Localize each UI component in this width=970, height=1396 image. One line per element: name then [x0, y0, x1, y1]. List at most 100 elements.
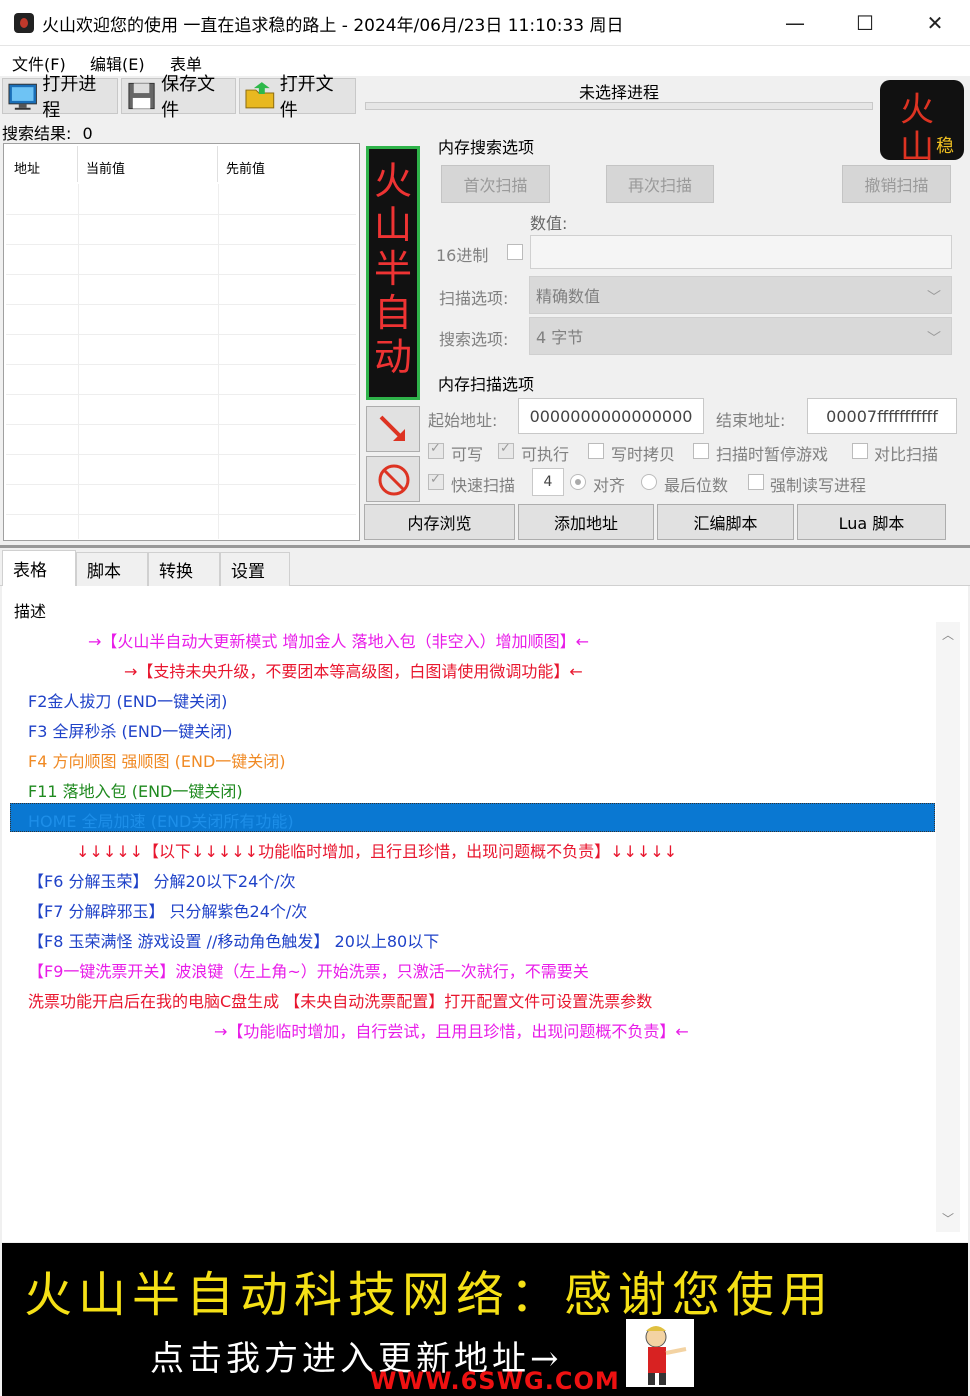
window-title: 火山欢迎您的使用 一直在追求稳的路上 - 2024年/06月/23日 11:10…: [42, 16, 624, 36]
monitor-icon: [8, 83, 37, 110]
value-type-select[interactable]: 4 字节 ﹀: [529, 317, 952, 355]
cheat-line[interactable]: 【F9一键洗票开关】波浪键（左上角~）开始洗票，只激活一次就行，不需要关: [28, 958, 589, 982]
value-type-value: 4 字节: [536, 328, 584, 347]
scan-type-label: 扫描选项:: [439, 289, 509, 308]
close-button[interactable]: ✕: [900, 0, 970, 46]
start-address-label: 起始地址:: [428, 411, 498, 430]
value-input[interactable]: [530, 235, 952, 269]
writable-checkbox[interactable]: [428, 441, 444, 459]
undo-scan-button[interactable]: 撤销扫描: [842, 165, 951, 203]
search-result: 搜索结果: 0: [2, 120, 93, 144]
column-separator: [217, 146, 218, 182]
cheat-line[interactable]: →【支持未央升级，不要团本等高级图，白图请使用微调功能】←: [124, 658, 583, 682]
splitter[interactable]: [0, 545, 970, 548]
scroll-down-icon[interactable]: ﹀: [942, 1210, 954, 1227]
vertical-banner-text: 火山半自动: [373, 159, 412, 379]
save-file-button[interactable]: 保存文件: [121, 74, 236, 121]
tab-table[interactable]: 表格: [2, 550, 76, 586]
vertical-banner: 火山半自动: [366, 146, 420, 400]
scroll-up-icon[interactable]: ︿: [942, 626, 954, 643]
open-file-button[interactable]: 打开文件: [239, 74, 356, 121]
open-file-label: 打开文件: [279, 74, 334, 121]
first-scan-button[interactable]: 首次扫描: [441, 165, 550, 203]
address-list[interactable]: 地址 当前值 先前值: [3, 143, 360, 541]
cheat-line[interactable]: ↓↓↓↓↓【以下↓↓↓↓↓功能临时增加，且行且珍惜，出现问题概不负责】↓↓↓↓↓: [76, 838, 677, 862]
clear-list-button[interactable]: [366, 456, 420, 502]
chevron-down-icon: ﹀: [927, 290, 941, 306]
assemble-script-button[interactable]: 汇编脚本: [657, 504, 794, 540]
footer-title: 火山半自动科技网络：感谢您使用: [24, 1267, 835, 1323]
menu-bar: 文件(F) 编辑(E) 表单: [0, 46, 970, 76]
fast-scan-value-input[interactable]: 4: [532, 468, 564, 496]
hex-label: 16进制: [436, 246, 489, 265]
logo[interactable]: 火 山 稳: [880, 80, 964, 160]
compare-scan-checkbox[interactable]: [852, 443, 868, 459]
grid-line: [6, 244, 356, 245]
red-arrow-icon: [379, 415, 405, 441]
cheat-line[interactable]: 【F7 分解辟邪玉】 只分解紫色24个/次: [28, 898, 307, 922]
cartoon-character-image: [626, 1319, 694, 1387]
footer-url[interactable]: WWW.6SWG.COM: [370, 1367, 620, 1395]
cheat-line[interactable]: 【F8 玉荣满怪 游戏设置 //移动角色触发】 20以上80以下: [28, 928, 439, 952]
grid-line: [6, 364, 356, 365]
grid-line: [6, 334, 356, 335]
tab-convert[interactable]: 转换: [148, 552, 220, 586]
next-scan-button[interactable]: 再次扫描: [606, 165, 714, 203]
app-icon: [14, 13, 34, 33]
end-address-input[interactable]: 00007fffffffffff: [807, 398, 957, 434]
force-rw-checkbox[interactable]: [748, 474, 764, 490]
column-separator: [77, 146, 78, 182]
force-rw-label: 强制读写进程: [770, 476, 867, 495]
fast-scan-label: 快速扫描: [451, 476, 516, 495]
tab-settings[interactable]: 设置: [220, 552, 290, 586]
start-address-input[interactable]: 0000000000000000: [518, 398, 704, 434]
fast-scan-checkbox[interactable]: [428, 472, 444, 490]
cheat-line[interactable]: F4 方向顺图 强顺图 (END一键关闭): [28, 748, 286, 772]
process-progress-bar: [365, 102, 873, 110]
footer-banner[interactable]: 火山半自动科技网络：感谢您使用 点击我方进入更新地址→ WWW.6SWG.COM: [2, 1243, 968, 1396]
pause-game-checkbox[interactable]: [693, 443, 709, 459]
open-folder-icon: [245, 82, 275, 109]
column-current-value[interactable]: 当前值: [86, 158, 125, 177]
cheat-line[interactable]: F3 全屏秒杀 (END一键关闭): [28, 718, 232, 742]
cheat-line[interactable]: 【F6 分解玉荣】 分解20以下24个/次: [28, 868, 296, 892]
grid-line: [6, 304, 356, 305]
aligned-radio[interactable]: [570, 474, 586, 490]
minimize-button[interactable]: —: [760, 0, 830, 46]
copy-on-write-label: 写时拷贝: [611, 445, 676, 464]
cheat-line[interactable]: F2金人拔刀 (END一键关闭): [28, 688, 227, 712]
cheat-line[interactable]: →【火山半自动大更新模式 增加金人 落地入包（非空入）增加顺图】←: [88, 628, 589, 652]
column-previous-value[interactable]: 先前值: [226, 158, 265, 177]
executable-checkbox[interactable]: [498, 441, 514, 459]
cheat-line[interactable]: HOME 全局加速 (END关闭所有功能): [28, 808, 294, 832]
cheat-line[interactable]: →【功能临时增加，自行尝试，且用且珍惜，出现问题概不负责】←: [214, 1018, 689, 1042]
cheat-line[interactable]: F11 落地入包 (END一键关闭): [28, 778, 243, 802]
memory-scan-title: 内存扫描选项: [438, 375, 535, 394]
column-address[interactable]: 地址: [14, 158, 40, 177]
memory-search-title: 内存搜索选项: [438, 138, 535, 157]
process-selector[interactable]: 未选择进程: [365, 76, 873, 112]
lua-script-button[interactable]: Lua 脚本: [797, 504, 946, 540]
grid-line: [6, 514, 356, 515]
process-label: 未选择进程: [578, 83, 659, 102]
scan-type-select[interactable]: 精确数值 ﹀: [529, 276, 952, 314]
maximize-button[interactable]: ☐: [830, 0, 900, 46]
open-process-button[interactable]: 打开进程: [2, 74, 118, 121]
hex-checkbox[interactable]: [507, 244, 523, 260]
add-to-list-button[interactable]: [366, 406, 420, 452]
grid-line: [6, 484, 356, 485]
end-address-label: 结束地址:: [716, 411, 786, 430]
add-address-button[interactable]: 添加地址: [518, 504, 654, 540]
chevron-down-icon: ﹀: [927, 331, 941, 347]
last-digits-radio[interactable]: [641, 474, 657, 490]
compare-scan-label: 对比扫描: [874, 445, 939, 464]
pause-game-label: 扫描时暂停游戏: [716, 445, 829, 464]
aligned-label: 对齐: [593, 476, 626, 495]
cheat-line[interactable]: 洗票功能开启后在我的电脑C盘生成 【未央自动洗票配置】打开配置文件可设置洗票参数: [28, 988, 652, 1012]
copy-on-write-checkbox[interactable]: [588, 443, 604, 459]
vertical-scrollbar[interactable]: ︿ ﹀: [936, 622, 960, 1232]
grid-line: [6, 274, 356, 275]
memory-view-button[interactable]: 内存浏览: [364, 504, 515, 540]
tab-script[interactable]: 脚本: [76, 552, 148, 586]
save-file-label: 保存文件: [161, 74, 216, 121]
